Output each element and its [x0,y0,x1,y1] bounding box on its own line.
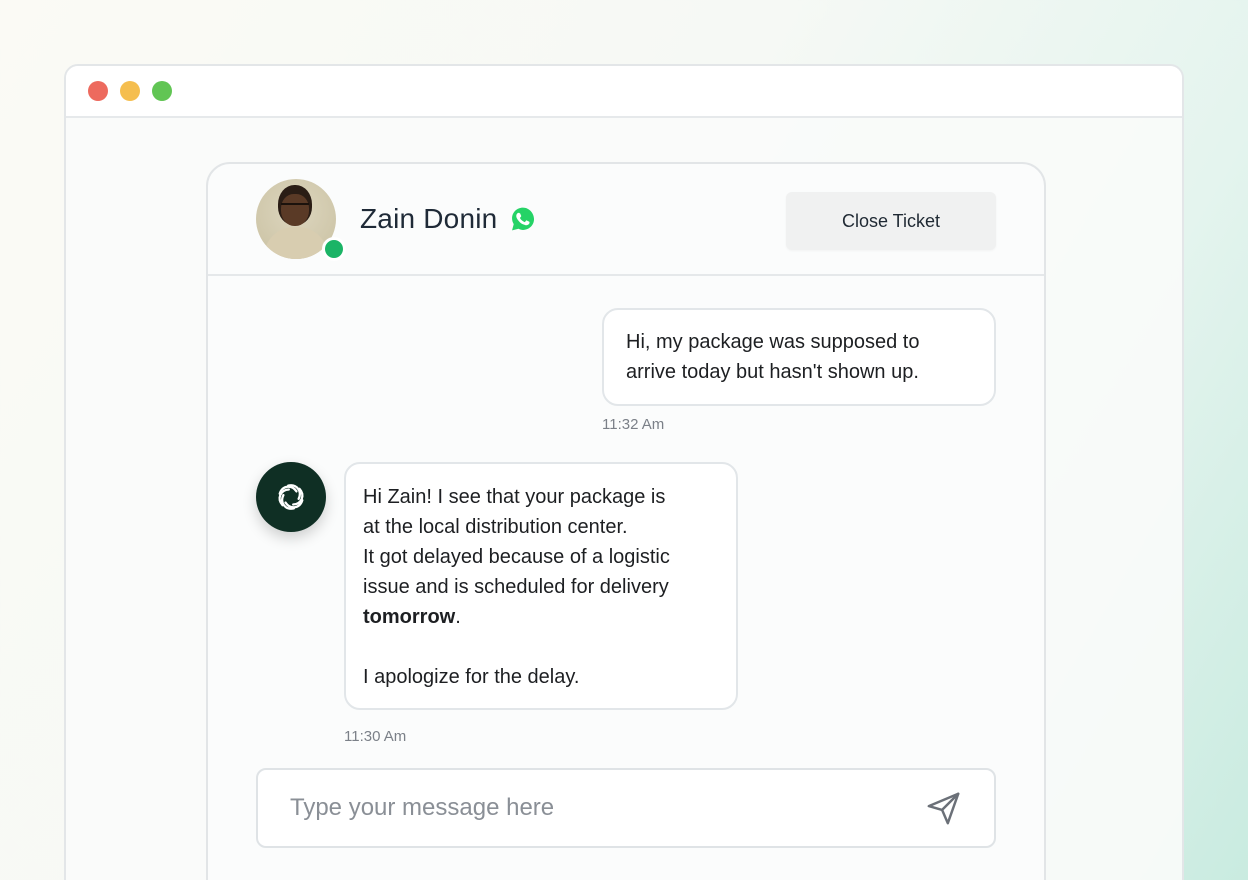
message-line: Hi, my package was supposed to [626,331,920,353]
message-line: It got delayed because of a logistic [363,546,670,568]
online-status-indicator [322,237,346,261]
punctuation: . [455,606,461,628]
message-bubble-customer: Hi, my package was supposed to arrive to… [602,308,996,406]
app-window: Zain Donin Close Ticket Hi, my package w… [64,64,1184,880]
openai-logo-icon [256,462,326,532]
chat-panel: Zain Donin Close Ticket Hi, my package w… [206,162,1046,880]
maximize-window-button[interactable] [152,81,172,101]
message-line: tomorrow. [363,602,719,632]
whatsapp-icon [509,205,537,233]
message-line: Hi Zain! I see that your package is [363,486,666,508]
window-titlebar [66,66,1182,118]
close-ticket-button[interactable]: Close Ticket [786,192,996,250]
message-input[interactable] [290,794,924,822]
message-line: at the local distribution center. [363,516,628,538]
contact-avatar[interactable] [256,179,346,261]
chat-header: Zain Donin Close Ticket [208,164,1044,276]
message-timestamp: 11:32 Am [602,416,665,433]
close-window-button[interactable] [88,81,108,101]
message-bubble-agent: Hi Zain! I see that your package is at t… [344,462,738,710]
contact-name: Zain Donin [360,203,498,234]
bold-text: tomorrow [363,606,456,628]
message-composer [256,768,996,848]
message-line: issue and is scheduled for delivery [363,576,669,598]
message-line: I apologize for the delay. [363,666,580,688]
send-icon[interactable] [924,788,964,828]
message-timestamp: 11:30 Am [344,728,407,745]
message-line: arrive today but hasn't shown up. [626,361,919,383]
minimize-window-button[interactable] [120,81,140,101]
